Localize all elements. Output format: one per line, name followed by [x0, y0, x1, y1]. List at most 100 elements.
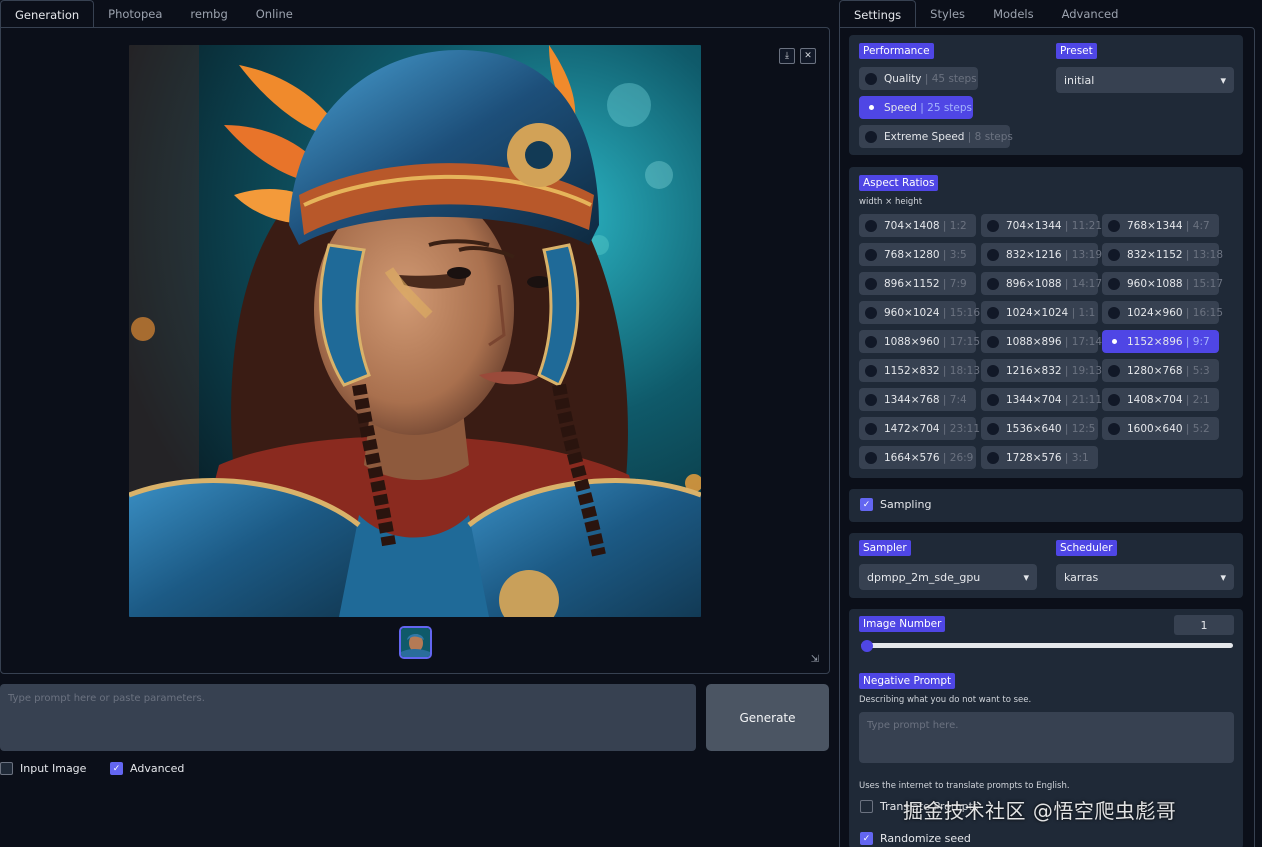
- aspect-ratio-option[interactable]: 768×1280 | 3:5: [859, 243, 976, 266]
- aspect-ratio-option[interactable]: 896×1152 | 7:9: [859, 272, 976, 295]
- close-icon[interactable]: ✕: [800, 48, 816, 64]
- aspect-ratio-option[interactable]: 832×1152 | 13:18: [1102, 243, 1223, 266]
- tab-generation[interactable]: Generation: [0, 0, 95, 28]
- aspect-ratio-value: 13:18: [1192, 248, 1224, 261]
- translate-note: Uses the internet to translate prompts t…: [859, 781, 1070, 791]
- aspect-size: 768×1280: [884, 248, 940, 261]
- aspect-ratio-option[interactable]: 768×1344 | 4:7: [1102, 214, 1219, 237]
- right-tab-bar: Settings Styles Models Advanced: [839, 0, 1132, 28]
- aspect-size: 1600×640: [1127, 422, 1183, 435]
- radio-dot: [865, 101, 877, 114]
- sampler-select[interactable]: dpmpp_2m_sde_gpu ▾: [859, 564, 1037, 590]
- generate-button[interactable]: Generate: [706, 684, 829, 751]
- tab-models[interactable]: Models: [979, 0, 1048, 28]
- aspect-size: 704×1408: [884, 219, 940, 232]
- aspect-ratio-value: 7:9: [949, 277, 967, 290]
- aspect-ratio-value: 21:11: [1071, 393, 1103, 406]
- sampling-option[interactable]: ✓ Sampling: [860, 498, 932, 511]
- input-image-option[interactable]: Input Image: [0, 762, 86, 775]
- generated-image[interactable]: [129, 45, 701, 617]
- aspect-ratio-option[interactable]: 1216×832 | 19:13: [981, 359, 1102, 382]
- aspect-ratio-option[interactable]: 832×1216 | 13:19: [981, 243, 1102, 266]
- aspect-ratios-sublabel: width × height: [859, 197, 923, 207]
- aspect-ratio-value: 3:5: [949, 248, 967, 261]
- tab-settings[interactable]: Settings: [839, 0, 917, 28]
- aspect-ratio-option[interactable]: 1344×768 | 7:4: [859, 388, 976, 411]
- radio-dot: [987, 393, 999, 406]
- input-image-checkbox[interactable]: [0, 762, 13, 775]
- aspect-ratio-value: 1:1: [1078, 306, 1096, 319]
- radio-dot: [987, 277, 999, 290]
- aspect-ratio-option[interactable]: 1152×896 | 9:7: [1102, 330, 1219, 353]
- aspect-ratio-option[interactable]: 1088×896 | 17:14: [981, 330, 1102, 353]
- aspect-ratio-option[interactable]: 1600×640 | 5:2: [1102, 417, 1219, 440]
- aspect-ratio-value: 14:17: [1071, 277, 1103, 290]
- radio-dot: [865, 364, 877, 377]
- radio-dot: [865, 277, 877, 290]
- tab-styles[interactable]: Styles: [916, 0, 979, 28]
- gallery-thumbnail[interactable]: [399, 626, 432, 659]
- aspect-size: 1408×704: [1127, 393, 1183, 406]
- performance-option-quality[interactable]: Quality | 45 steps: [859, 67, 978, 90]
- app-root: Generation Photopea rembg Online ⤓ ✕ ⇲ T…: [0, 0, 1262, 847]
- aspect-ratio-value: 15:17: [1192, 277, 1224, 290]
- aspect-ratio-option[interactable]: 896×1088 | 14:17: [981, 272, 1102, 295]
- negative-prompt-input[interactable]: Type prompt here.: [859, 712, 1234, 763]
- aspect-ratio-option[interactable]: 1152×832 | 18:13: [859, 359, 980, 382]
- aspect-ratio-option[interactable]: 1536×640 | 12:5: [981, 417, 1098, 440]
- aspect-ratio-option[interactable]: 960×1088 | 15:17: [1102, 272, 1223, 295]
- performance-option-extreme-speed[interactable]: Extreme Speed | 8 steps: [859, 125, 1013, 148]
- image-number-input[interactable]: 1: [1174, 615, 1234, 635]
- aspect-ratio-value: 11:21: [1071, 219, 1103, 232]
- image-number-slider[interactable]: [861, 643, 1233, 648]
- aspect-ratio-value: 23:11: [949, 422, 981, 435]
- radio-dot: [865, 130, 877, 143]
- prompt-input[interactable]: Type prompt here or paste parameters.: [0, 684, 696, 751]
- option-name: Quality: [884, 72, 922, 85]
- aspect-ratio-option[interactable]: 1344×704 | 21:11: [981, 388, 1102, 411]
- negative-prompt-label: Negative Prompt: [859, 673, 956, 689]
- radio-dot: [987, 306, 999, 319]
- aspect-ratio-option[interactable]: 1664×576 | 26:9: [859, 446, 976, 469]
- aspect-ratio-option[interactable]: 960×1024 | 15:16: [859, 301, 980, 324]
- image-number-label: Image Number: [859, 616, 946, 632]
- aspect-ratio-option[interactable]: 1280×768 | 5:3: [1102, 359, 1219, 382]
- aspect-ratio-value: 1:2: [949, 219, 967, 232]
- aspect-ratio-option[interactable]: 1024×1024 | 1:1: [981, 301, 1098, 324]
- slider-handle[interactable]: [861, 640, 873, 652]
- performance-option-speed[interactable]: Speed | 25 steps: [859, 96, 973, 119]
- aspect-ratio-option[interactable]: 1728×576 | 3:1: [981, 446, 1098, 469]
- radio-dot: [987, 248, 999, 261]
- aspect-ratio-value: 15:16: [949, 306, 981, 319]
- option-detail: 8 steps: [974, 130, 1013, 143]
- aspect-ratio-option[interactable]: 1088×960 | 17:15: [859, 330, 980, 353]
- aspect-ratio-option[interactable]: 1408×704 | 2:1: [1102, 388, 1219, 411]
- download-icon[interactable]: ⤓: [779, 48, 795, 64]
- chevron-down-icon: ▾: [1220, 73, 1226, 87]
- tab-rembg[interactable]: rembg: [176, 0, 241, 28]
- advanced-option[interactable]: ✓ Advanced: [110, 762, 184, 775]
- aspect-ratio-value: 16:15: [1192, 306, 1224, 319]
- preset-select[interactable]: initial ▾: [1056, 67, 1234, 93]
- randomize-seed-option[interactable]: ✓ Randomize seed: [860, 832, 971, 845]
- tab-online[interactable]: Online: [242, 0, 307, 28]
- aspect-size: 1472×704: [884, 422, 940, 435]
- randomize-seed-checkbox[interactable]: ✓: [860, 832, 873, 845]
- aspect-size: 832×1152: [1127, 248, 1183, 261]
- aspect-ratio-option[interactable]: 1472×704 | 23:11: [859, 417, 980, 440]
- aspect-ratio-option[interactable]: 704×1344 | 11:21: [981, 214, 1102, 237]
- tab-advanced[interactable]: Advanced: [1048, 0, 1133, 28]
- aspect-ratio-option[interactable]: 1024×960 | 16:15: [1102, 301, 1223, 324]
- aspect-ratio-option[interactable]: 704×1408 | 1:2: [859, 214, 976, 237]
- translate-checkbox[interactable]: [860, 800, 873, 813]
- chevron-down-icon: ▾: [1220, 570, 1226, 584]
- aspect-ratio-value: 7:4: [949, 393, 967, 406]
- sampling-checkbox[interactable]: ✓: [860, 498, 873, 511]
- sampling-label: Sampling: [880, 498, 932, 511]
- sampler-label: Sampler: [859, 540, 911, 556]
- advanced-checkbox[interactable]: ✓: [110, 762, 123, 775]
- scheduler-select[interactable]: karras ▾: [1056, 564, 1234, 590]
- resize-handle-icon[interactable]: ⇲: [811, 654, 819, 665]
- tab-photopea[interactable]: Photopea: [94, 0, 176, 28]
- radio-dot: [987, 335, 999, 348]
